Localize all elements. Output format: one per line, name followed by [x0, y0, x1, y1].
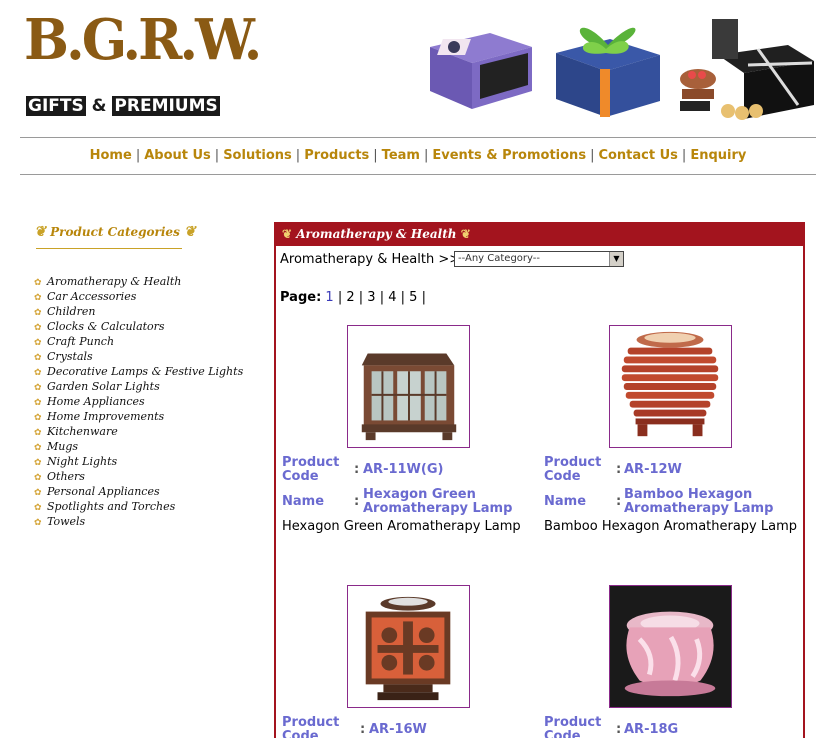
category-item[interactable]: ✿ Children — [34, 304, 243, 319]
site-logo[interactable]: B.G.R.W. GIFTS & PREMIUMS — [24, 12, 262, 127]
nav-home[interactable]: Home — [90, 148, 132, 163]
panel-title: Aromatherapy & Health — [296, 227, 457, 241]
nav-contact-us[interactable]: Contact Us — [598, 148, 677, 163]
nav-about-us[interactable]: About Us — [144, 148, 211, 163]
category-item[interactable]: ✿ Night Lights — [34, 454, 243, 469]
nav-team[interactable]: Team — [382, 148, 420, 163]
category-item[interactable]: ✿ Home Appliances — [34, 394, 243, 409]
category-item[interactable]: ✿ Towels — [34, 514, 243, 529]
category-item[interactable]: ✿ Mugs — [34, 439, 243, 454]
nav-enquiry[interactable]: Enquiry — [690, 148, 746, 163]
category-item[interactable]: ✿ Decorative Lamps & Festive Lights — [34, 364, 243, 379]
ornament-icon: ❦ — [282, 227, 293, 241]
category-item[interactable]: ✿ Car Accessories — [34, 289, 243, 304]
purple-gift-box-image — [430, 33, 532, 109]
product-image[interactable] — [609, 585, 732, 708]
page-link-5[interactable]: 5 — [409, 290, 417, 305]
category-item[interactable]: ✿ Clocks & Calculators — [34, 319, 243, 334]
logo-mark: B.G.R.W. — [24, 7, 262, 73]
ornament-icon: ❦ — [34, 224, 46, 240]
product-code: AR-18G — [624, 722, 679, 737]
product-code-label: Product Code — [282, 455, 340, 484]
carved-wood-lamp-image — [365, 596, 451, 701]
product-code-label: Product Code — [282, 715, 340, 738]
product-code: AR-12W — [624, 462, 682, 477]
product-description: Bamboo Hexagon Aromatherapy Lamp — [544, 519, 798, 534]
category-item[interactable]: ✿ Kitchenware — [34, 424, 243, 439]
dropdown-arrow-icon[interactable]: ▼ — [609, 252, 623, 266]
product-name-label: Name — [544, 494, 587, 509]
header-divider-top — [20, 137, 816, 138]
nav-solutions[interactable]: Solutions — [223, 148, 292, 163]
header-banner-image — [416, 5, 816, 131]
product-code: AR-16W — [369, 722, 427, 737]
category-item[interactable]: ✿ Garden Solar Lights — [34, 379, 243, 394]
bamboo-hexagon-lamp-image — [621, 331, 719, 437]
product-name-link[interactable]: Hexagon Green Aromatherapy Lamp — [363, 488, 512, 516]
hexagon-green-lamp-image — [361, 353, 457, 441]
pink-crystal-lamp-image — [610, 586, 731, 707]
product-code-label: Product Code — [544, 715, 602, 738]
pagination: Page: 1 | 2 | 3 | 4 | 5 | — [280, 290, 426, 305]
category-item[interactable]: ✿ Home Improvements — [34, 409, 243, 424]
product-code-label: Product Code — [544, 455, 602, 484]
ornament-icon: ❦ — [460, 227, 471, 241]
product-name-label: Name — [282, 494, 325, 509]
category-item[interactable]: ✿ Others — [34, 469, 243, 484]
category-item[interactable]: ✿ Aromatherapy & Health — [34, 274, 243, 289]
main-nav: Home | About Us | Solutions | Products | Team | Ev… — [89, 148, 747, 163]
product-name-link[interactable]: Bamboo Hexagon Aromatherapy Lamp — [624, 488, 773, 516]
product-panel: ❦ Aromatherapy & Health ❦ Aromatherapy &… — [274, 222, 805, 738]
category-item[interactable]: ✿ Personal Appliances — [34, 484, 243, 499]
product-code: AR-11W(G) — [363, 462, 444, 477]
blue-gift-box-image — [556, 27, 660, 117]
header-divider-bottom — [20, 174, 816, 175]
product-description: Hexagon Green Aromatherapy Lamp — [282, 519, 521, 534]
nav-events-promotions[interactable]: Events & Promotions — [432, 148, 586, 163]
sidebar-title: ❦ Product Categories ❦ — [30, 224, 200, 240]
nav-products[interactable]: Products — [304, 148, 369, 163]
pager-label: Page: — [280, 290, 322, 305]
category-select[interactable]: --Any Category-- ▼ — [454, 251, 624, 267]
page-link-3[interactable]: 3 — [367, 290, 375, 305]
product-image[interactable] — [609, 325, 732, 448]
page-link-2[interactable]: 2 — [346, 290, 354, 305]
category-item[interactable]: ✿ Craft Punch — [34, 334, 243, 349]
sidebar-title-underline — [36, 248, 182, 249]
sidebar-title-text: Product Categories — [50, 225, 180, 239]
page-link-1[interactable]: 1 — [325, 290, 333, 305]
black-gift-set-image — [680, 19, 814, 120]
product-image[interactable] — [347, 325, 470, 448]
page-link-4[interactable]: 4 — [388, 290, 396, 305]
panel-header: ❦ Aromatherapy & Health ❦ — [276, 222, 803, 246]
category-list: ✿ Aromatherapy & Health ✿ Car Accessories … — [34, 274, 243, 529]
ornament-icon: ❦ — [184, 224, 196, 240]
category-item[interactable]: ✿ Crystals — [34, 349, 243, 364]
category-item[interactable]: ✿ Spotlights and Torches — [34, 499, 243, 514]
product-image[interactable] — [347, 585, 470, 708]
category-breadcrumb: Aromatherapy & Health >> — [280, 252, 461, 267]
flower-bullet-icon: ✿ — [34, 518, 42, 528]
logo-tagline: GIFTS & PREMIUMS — [26, 96, 220, 116]
